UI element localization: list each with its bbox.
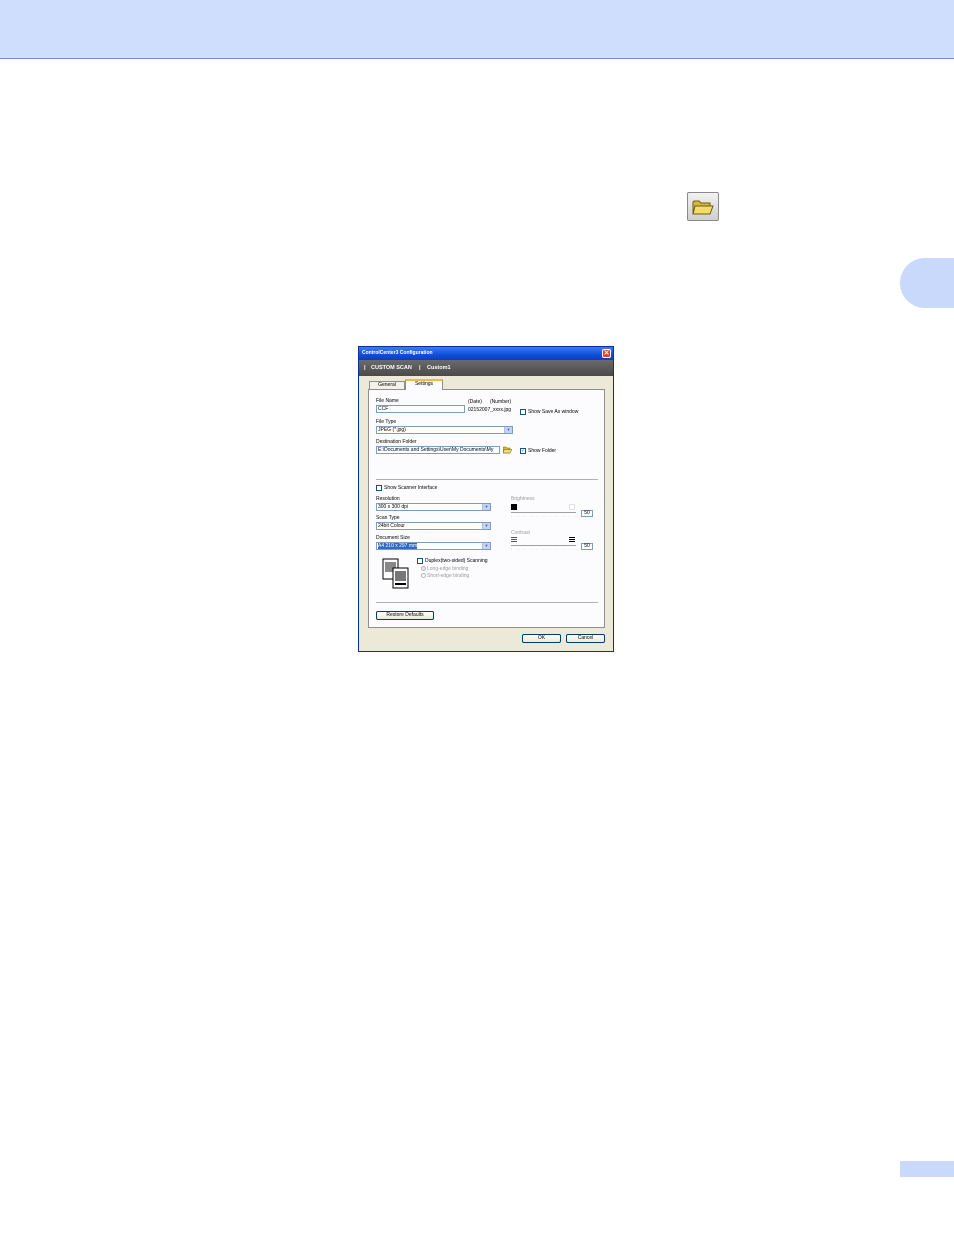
destination-folder-input[interactable]: E:\Documents and Settings\User\My Docume…	[376, 446, 500, 454]
brightness-ticks: · · · · · · · · · · ·	[511, 514, 579, 519]
banner-item: Custom1	[427, 365, 451, 371]
settings-panel: File Name CCF (Date) (Number) 02152007_x…	[368, 389, 605, 628]
show-folder-checkbox[interactable]: ✓	[520, 448, 526, 454]
dialog-title: ControlCenter3 Configuration	[362, 350, 433, 356]
divider	[376, 479, 598, 480]
document-size-select[interactable]: A4 210 x 297 mm ▼	[376, 542, 491, 550]
duplex-label: Duplex(two-sided) Scanning	[425, 558, 488, 564]
chevron-down-icon: ▼	[482, 543, 490, 549]
brightness-label: Brightness	[511, 496, 535, 502]
banner-separator-right: |	[419, 365, 421, 371]
show-scanner-interface-label: Show Scanner Interface	[384, 485, 438, 491]
file-name-input[interactable]: CCF	[376, 405, 465, 413]
file-name-preview: 02152007_xxxx.jpg	[468, 407, 512, 413]
browse-folder-button[interactable]	[502, 446, 513, 454]
document-size-label: Document Size	[376, 535, 410, 541]
duplex-checkbox[interactable]	[417, 558, 423, 564]
file-type-select[interactable]: JPEG (*.jpg) ▼	[376, 426, 513, 434]
brightness-slider[interactable]	[511, 512, 576, 513]
section-banner: | CUSTOM SCAN | Custom1	[359, 360, 613, 376]
number-label: (Number)	[490, 399, 512, 405]
page-header-band	[0, 0, 954, 59]
folder-icon	[687, 192, 719, 221]
file-type-value: JPEG (*.jpg)	[378, 427, 406, 433]
chevron-down-icon: ▼	[504, 427, 512, 433]
divider	[376, 602, 598, 603]
scan-type-label: Scan Type	[376, 515, 400, 521]
long-edge-radio[interactable]	[421, 566, 426, 571]
show-save-as-checkbox[interactable]	[520, 409, 526, 415]
long-edge-label: Long-edge binding	[427, 566, 469, 572]
brightness-value[interactable]: 50	[581, 510, 593, 517]
configuration-dialog: ControlCenter3 Configuration ✕ | CUSTOM …	[358, 346, 614, 652]
banner-separator-left: |	[364, 365, 366, 371]
duplex-pages-icon	[382, 558, 409, 589]
destination-folder-label: Destination Folder	[376, 439, 417, 445]
restore-defaults-button[interactable]: Restore Defaults	[376, 611, 434, 620]
contrast-ticks: · · · · · · · · · · ·	[511, 547, 579, 552]
high-contrast-icon	[569, 537, 575, 543]
contrast-label: Contrast	[511, 530, 530, 536]
page-number-tab	[900, 1161, 954, 1177]
duplex-illustration	[382, 558, 410, 592]
chevron-down-icon: ▼	[482, 523, 490, 529]
cancel-button[interactable]: Cancel	[566, 634, 605, 643]
chapter-tab	[900, 258, 954, 308]
close-button[interactable]: ✕	[602, 349, 611, 358]
file-type-label: File Type	[376, 419, 397, 425]
banner-section: CUSTOM SCAN	[371, 365, 412, 371]
dark-swatch-icon	[511, 504, 517, 510]
open-folder-glyph	[692, 200, 714, 215]
contrast-value[interactable]: 50	[581, 543, 593, 550]
ok-button[interactable]: OK	[522, 634, 561, 643]
tab-settings[interactable]: Settings	[405, 379, 443, 390]
scan-type-select[interactable]: 24bit Colour ▼	[376, 522, 491, 530]
resolution-value: 300 x 300 dpi	[378, 504, 409, 510]
show-folder-label: Show Folder	[528, 448, 557, 454]
contrast-slider[interactable]	[511, 545, 576, 546]
browse-folder-icon	[502, 446, 513, 454]
light-swatch-icon	[569, 504, 575, 510]
chevron-down-icon: ▼	[482, 504, 490, 510]
short-edge-label: Short-edge binding	[427, 573, 470, 579]
scan-type-value: 24bit Colour	[378, 523, 405, 529]
short-edge-radio[interactable]	[421, 573, 426, 578]
title-bar: ControlCenter3 Configuration ✕	[359, 347, 613, 360]
document-size-value: A4 210 x 297 mm	[378, 543, 418, 549]
resolution-select[interactable]: 300 x 300 dpi ▼	[376, 503, 491, 511]
date-label: (Date)	[468, 399, 482, 405]
tab-general[interactable]: General	[369, 381, 405, 389]
show-scanner-interface-checkbox[interactable]	[376, 485, 382, 491]
show-save-as-label: Show Save As window	[528, 409, 579, 415]
resolution-label: Resolution	[376, 496, 400, 502]
low-contrast-icon	[511, 537, 517, 543]
file-name-label: File Name	[376, 398, 399, 404]
